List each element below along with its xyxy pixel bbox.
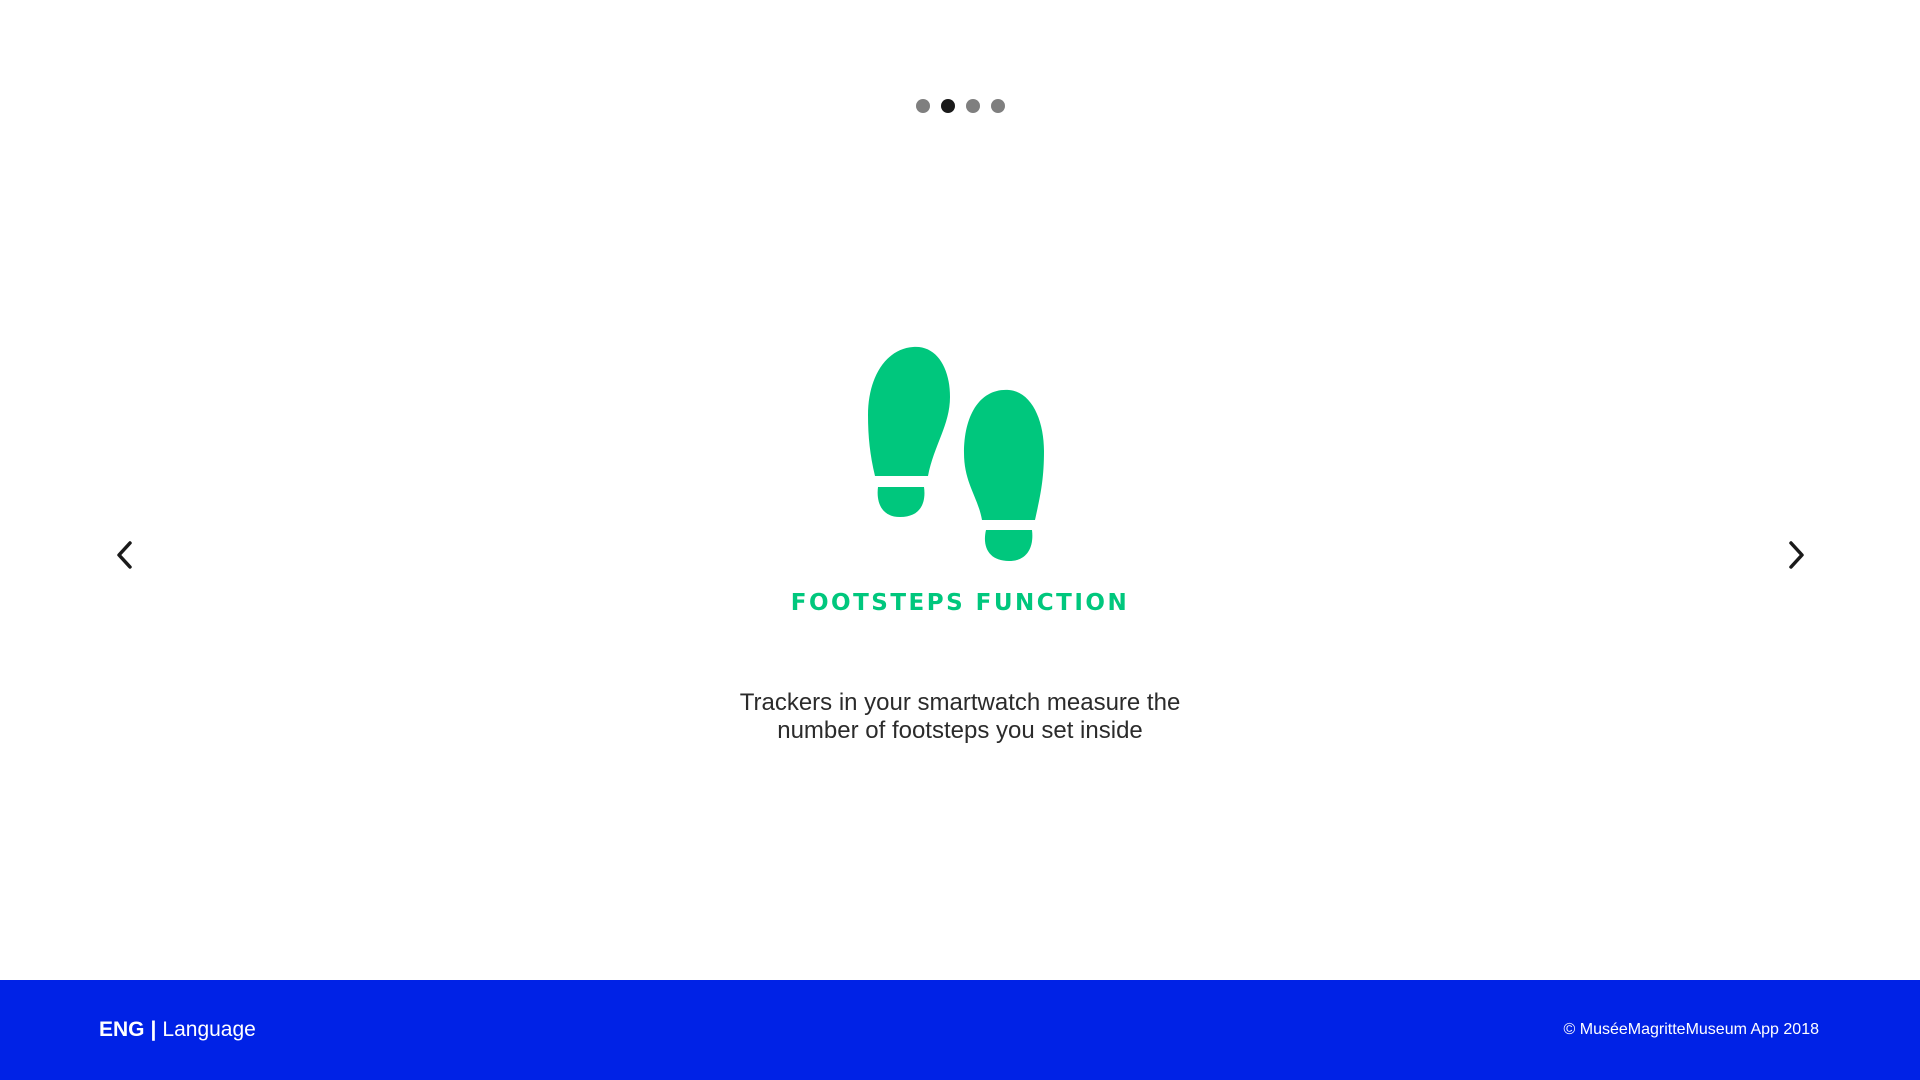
- feature-title: FOOTSTEPS FUNCTION: [790, 590, 1130, 616]
- page-dot-3[interactable]: [965, 99, 980, 113]
- page-dot-4[interactable]: [990, 99, 1005, 113]
- language-selector[interactable]: ENG | Language: [99, 1018, 256, 1042]
- copyright-text: © MuséeMagritteMuseum App 2018: [1563, 1021, 1819, 1038]
- chevron-left-icon: [117, 541, 132, 569]
- description-line-2: number of footsteps you set inside: [777, 717, 1143, 744]
- onboarding-screen: FOOTSTEPS FUNCTION Trackers in your smar…: [0, 0, 1920, 1080]
- page-dot-2-active[interactable]: [940, 99, 955, 113]
- feature-description: Trackers in your smartwatch measure the …: [660, 689, 1260, 745]
- footer-bar: ENG | Language © MuséeMagritteMuseum App…: [0, 980, 1920, 1080]
- language-label: Language: [162, 1018, 256, 1041]
- previous-slide-button[interactable]: [105, 535, 145, 575]
- footsteps-icon: [868, 346, 1044, 561]
- page-dot-1[interactable]: [915, 99, 930, 113]
- chevron-right-icon: [1789, 541, 1804, 569]
- language-code: ENG: [99, 1018, 145, 1041]
- next-slide-button[interactable]: [1776, 535, 1816, 575]
- description-line-1: Trackers in your smartwatch measure the: [739, 689, 1181, 716]
- language-separator: |: [150, 1018, 157, 1041]
- page-indicator: [0, 99, 1920, 113]
